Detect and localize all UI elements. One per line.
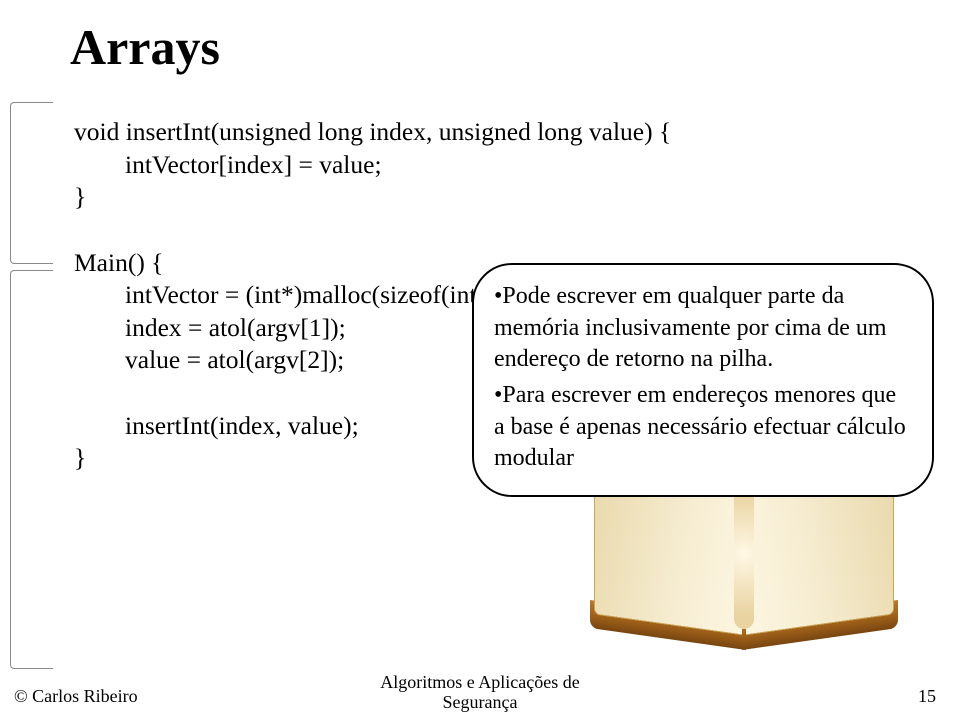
- code-line: }: [74, 182, 86, 211]
- code-line: Main() {: [74, 248, 163, 277]
- book-page-left: [594, 473, 742, 636]
- code-line: insertInt(index, value);: [74, 411, 359, 440]
- code-line: intVector[index] = value;: [74, 150, 382, 179]
- footer-page-number: 15: [918, 686, 936, 707]
- code-line: index = atol(argv[1]);: [74, 313, 346, 342]
- sidebar-decoration: [0, 102, 52, 669]
- callout-paragraph-1: •Pode escrever em qualquer parte da memó…: [494, 281, 912, 376]
- code-line: }: [74, 443, 86, 472]
- book-page-right: [746, 473, 894, 636]
- slide-title: Arrays: [70, 18, 220, 76]
- code-line: void insertInt(unsigned long index, unsi…: [74, 117, 671, 146]
- code-line: value = atol(argv[2]);: [74, 345, 344, 374]
- footer: © Carlos Ribeiro Algoritmos e Aplicações…: [0, 675, 960, 715]
- footer-title: Algoritmos e Aplicações deSegurança: [380, 672, 579, 713]
- slide: Arrays void insertInt(unsigned long inde…: [0, 0, 960, 725]
- footer-author: © Carlos Ribeiro: [14, 686, 138, 707]
- callout-box: •Pode escrever em qualquer parte da memó…: [472, 263, 934, 497]
- callout-paragraph-2: •Para escrever em endereços menores que …: [494, 380, 912, 475]
- book-spine: [734, 479, 754, 629]
